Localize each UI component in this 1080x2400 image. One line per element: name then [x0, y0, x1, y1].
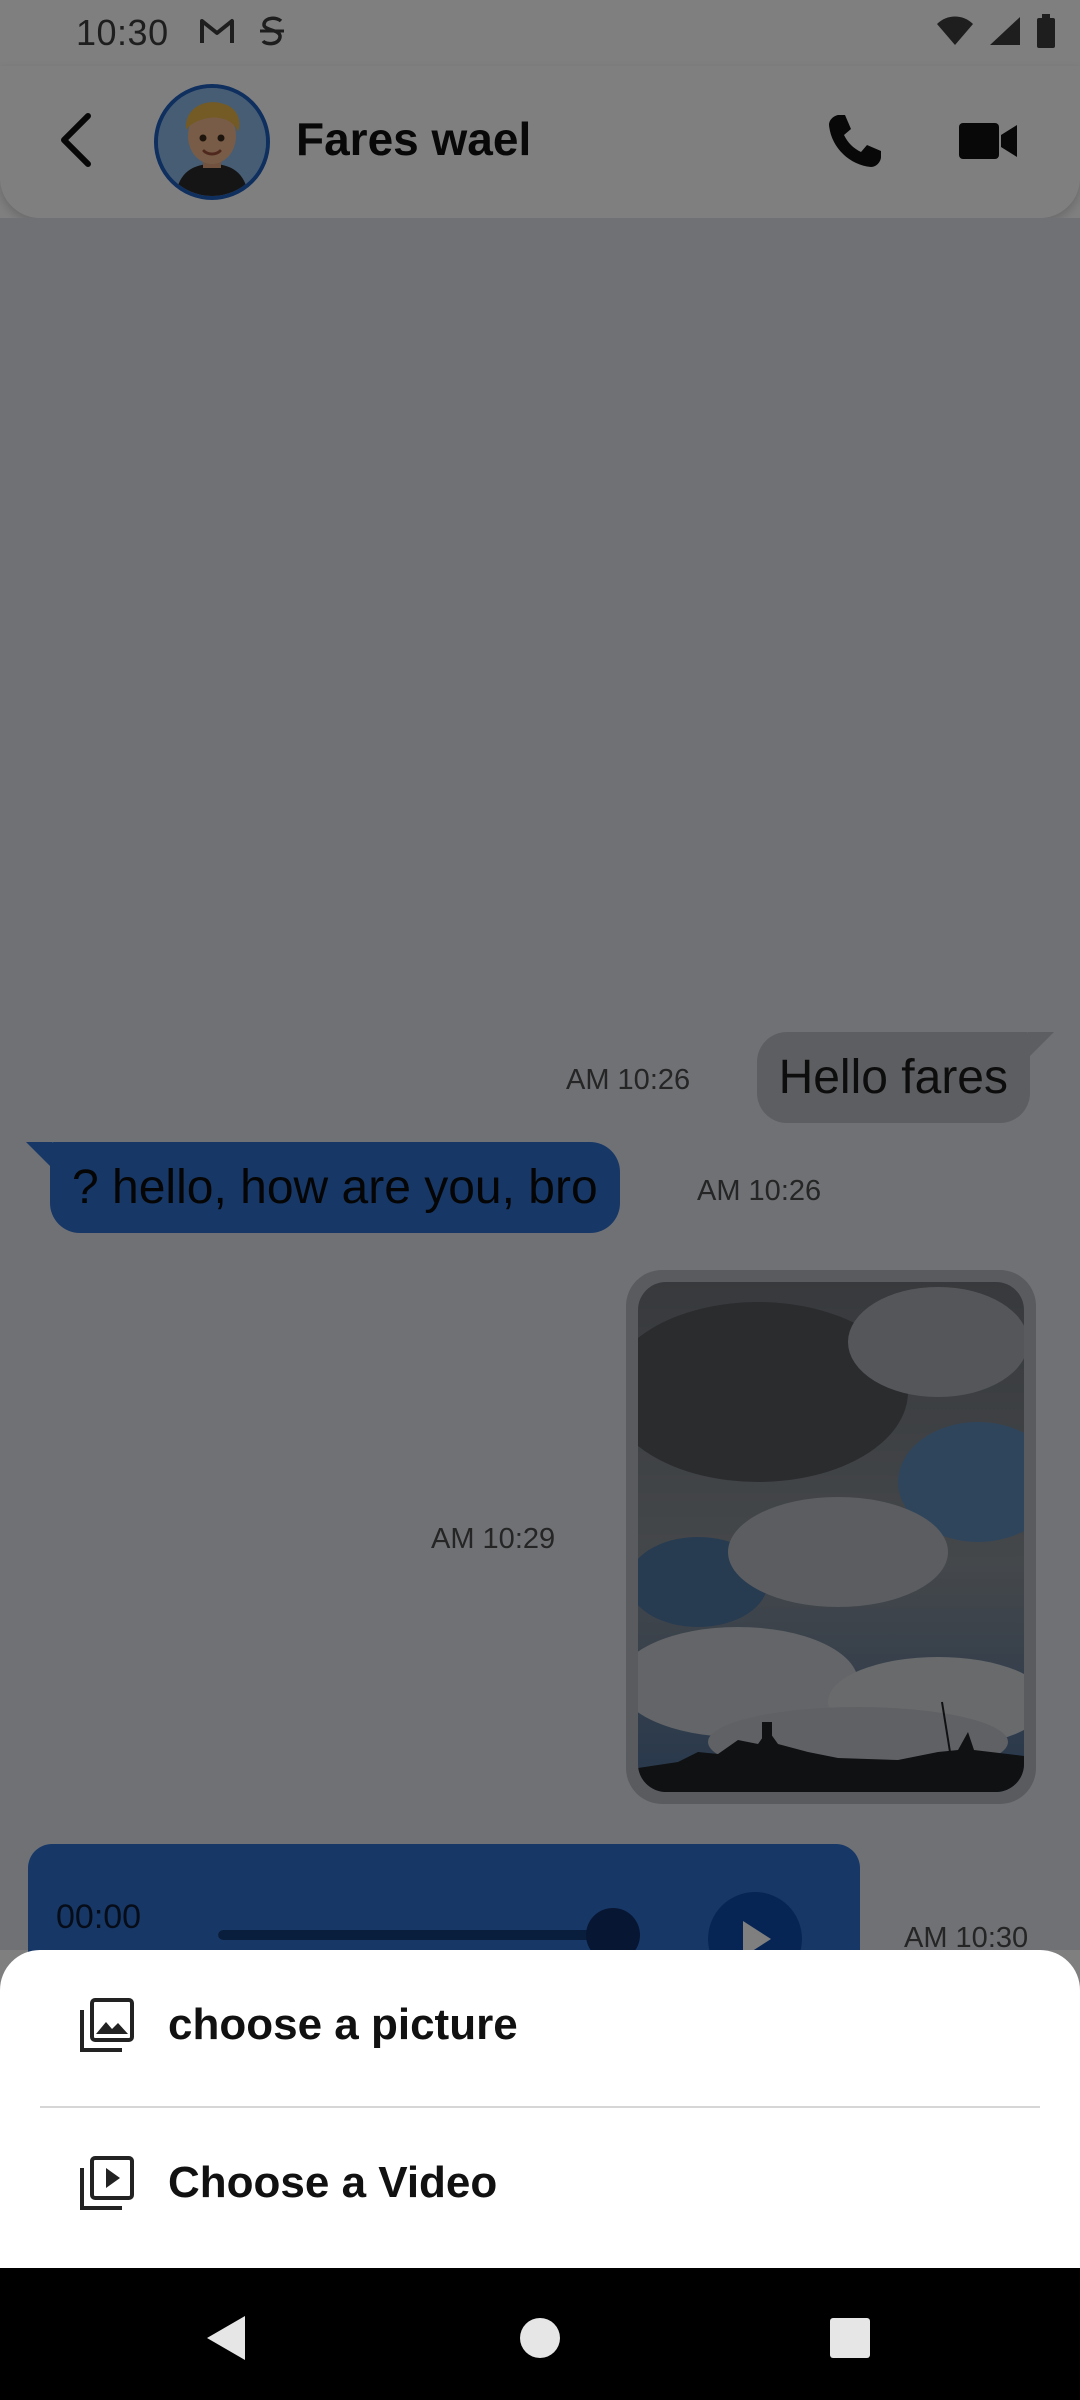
- voice-call-button[interactable]: [820, 106, 890, 176]
- system-navigation-bar: [0, 2268, 1080, 2400]
- avatar-memoji-icon: [158, 88, 266, 196]
- cloud-photo-image: [638, 1282, 1024, 1792]
- contact-name[interactable]: Fares wael: [296, 112, 531, 166]
- message-text: ? hello, how are you, bro: [72, 1161, 598, 1214]
- audio-progress-fill: [218, 1930, 596, 1940]
- chat-header: Fares wael: [0, 66, 1080, 218]
- chevron-left-icon: [61, 113, 91, 167]
- avatar[interactable]: [154, 84, 270, 200]
- gmail-icon: [199, 16, 235, 50]
- nav-home-icon: [520, 2318, 560, 2358]
- system-icons: [936, 14, 1056, 52]
- nav-back-button[interactable]: [186, 2298, 266, 2378]
- phone-icon: [829, 115, 881, 167]
- message-timestamp: AM 10:26: [697, 1175, 822, 1207]
- message-timestamp: AM 10:29: [431, 1523, 556, 1555]
- video-call-button[interactable]: [950, 106, 1026, 176]
- audio-duration: 00:00: [56, 1898, 142, 1936]
- incoming-message-bubble[interactable]: ? hello, how are you, bro: [26, 1142, 620, 1233]
- video-camera-icon: [959, 123, 1017, 159]
- back-button[interactable]: [44, 108, 108, 172]
- battery-icon: [1036, 14, 1056, 52]
- outgoing-message-bubble[interactable]: Hello fares: [756, 1032, 1054, 1123]
- image-message-bubble[interactable]: [626, 1270, 1036, 1804]
- notification-icons: [199, 14, 287, 52]
- message-timestamp: AM 10:26: [566, 1064, 691, 1096]
- nav-home-button[interactable]: [500, 2298, 580, 2378]
- nav-recents-icon: [830, 2318, 870, 2358]
- chat-area[interactable]: Hello fares AM 10:26 ? hello, how are yo…: [0, 218, 1080, 1986]
- signal-icon: [988, 15, 1022, 51]
- video-library-icon: [80, 2156, 134, 2210]
- nav-back-icon: [207, 2316, 245, 2360]
- choose-picture-option[interactable]: choose a picture: [0, 1950, 1080, 2100]
- s-app-icon: [257, 14, 287, 52]
- option-label: Choose a Video: [168, 2158, 498, 2207]
- media-picker-sheet: choose a picture Choose a Video: [0, 1950, 1080, 2268]
- choose-video-option[interactable]: Choose a Video: [0, 2108, 1080, 2258]
- status-time: 10:30: [76, 12, 169, 53]
- bubble-tail: [26, 1142, 52, 1168]
- option-label: choose a picture: [168, 2000, 518, 2049]
- audio-progress-track[interactable]: [218, 1930, 638, 1940]
- nav-recents-button[interactable]: [810, 2298, 890, 2378]
- message-text: Hello fares: [778, 1051, 1008, 1104]
- image-gallery-icon: [80, 1998, 134, 2052]
- bubble-tail: [1028, 1032, 1054, 1058]
- sky-photo[interactable]: [638, 1282, 1024, 1792]
- status-bar: 10:30: [0, 0, 1080, 66]
- wifi-icon: [936, 15, 974, 51]
